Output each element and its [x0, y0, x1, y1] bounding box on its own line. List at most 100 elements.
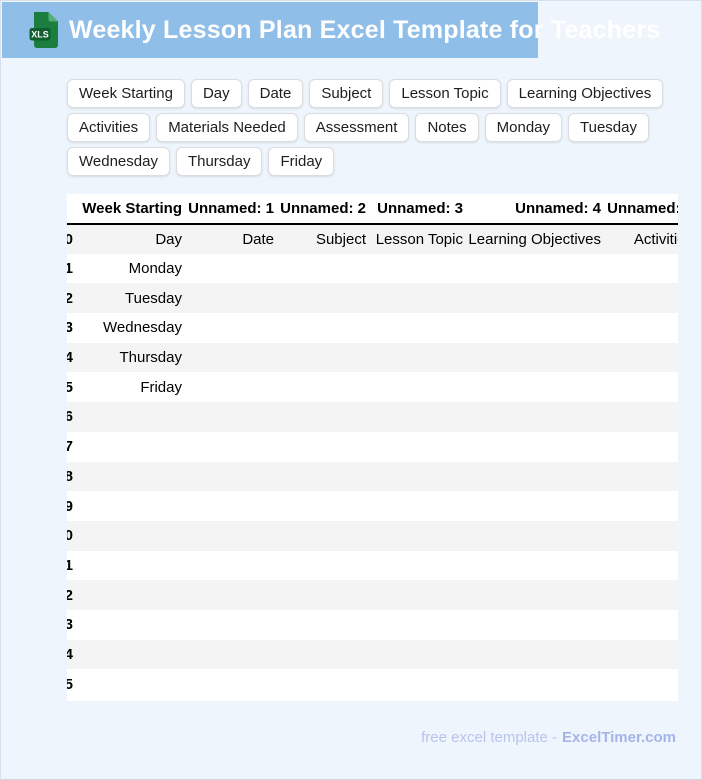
table-cell: [468, 580, 606, 610]
table-cell: [187, 254, 279, 284]
spreadsheet-preview: Week Starting Unnamed: 1 Unnamed: 2 Unnamed…: [67, 194, 678, 701]
table-cell: [468, 610, 606, 640]
column-chip[interactable]: Notes: [415, 113, 479, 142]
table-cell: Subject: [315, 230, 366, 248]
table-cell: Lesson Topic: [375, 230, 463, 248]
table-cell: [187, 313, 279, 343]
table-cell: [78, 432, 187, 462]
table-cell: Monday: [128, 260, 182, 278]
table-cell: [187, 610, 279, 640]
table-cell: [279, 402, 371, 432]
table-cell: [371, 402, 468, 432]
table-cell: [468, 254, 606, 284]
table-cell: [187, 491, 279, 521]
column-header-cell: Week Starting: [78, 194, 187, 225]
table-cell: [78, 640, 187, 670]
column-chip[interactable]: Thursday: [175, 147, 263, 176]
table-row: 2 Tuesday: [67, 283, 678, 314]
table-cell: [78, 491, 187, 521]
row-index-cell: 2: [67, 283, 78, 313]
table-cell: [606, 521, 678, 551]
table-cell: [279, 462, 371, 492]
row-index-cell: 14: [67, 640, 78, 670]
table-cell: [371, 669, 468, 699]
table-row: 9: [67, 491, 678, 521]
table-cell: [606, 610, 678, 640]
table-cell: [371, 254, 468, 284]
table-cell: [187, 372, 279, 402]
row-index-cell: 13: [67, 610, 78, 640]
table-cell: [606, 372, 678, 402]
row-index-cell: 1: [67, 254, 78, 284]
table-cell: [468, 432, 606, 462]
table-cell: [606, 402, 678, 432]
table-cell: [279, 640, 371, 670]
table-cell: [279, 254, 371, 284]
table-cell: [468, 343, 606, 373]
table-cell: [371, 640, 468, 670]
table-cell: [371, 343, 468, 373]
row-index-cell: 4: [67, 343, 78, 373]
column-chip[interactable]: Subject: [309, 79, 384, 108]
table-cell: [606, 551, 678, 581]
table-cell: Thursday: [119, 349, 182, 367]
table-cell: [468, 402, 606, 432]
column-chip[interactable]: Tuesday: [568, 113, 649, 142]
column-chip[interactable]: Wednesday: [67, 147, 170, 176]
row-index-cell: 5: [67, 372, 78, 402]
table-cell: [606, 491, 678, 521]
table-cell: Activities: [633, 230, 678, 248]
table-cell: [78, 669, 187, 699]
table-cell: [606, 580, 678, 610]
table-cell: [606, 313, 678, 343]
table-cell: [279, 491, 371, 521]
column-chip[interactable]: Lesson Topic: [389, 79, 501, 108]
table-cell: [78, 402, 187, 432]
table-row: 3 Wednesday: [67, 313, 678, 343]
table-cell: [187, 462, 279, 492]
table-cell: [371, 313, 468, 343]
column-chip[interactable]: Materials Needed: [156, 113, 298, 142]
table-cell: [279, 580, 371, 610]
column-chip[interactable]: Monday: [484, 113, 563, 142]
column-chip[interactable]: Date: [247, 79, 304, 108]
lesson-plan-table: Week Starting Unnamed: 1 Unnamed: 2 Unnamed…: [67, 194, 678, 699]
table-row: 4 Thursday: [67, 342, 678, 373]
table-cell: [279, 551, 371, 581]
table-cell: Date: [242, 230, 274, 248]
page: XLS Weekly Lesson Plan Excel Template fo…: [0, 0, 702, 780]
table-cell: [78, 580, 187, 610]
footer: free excel template - ExcelTimer.com: [421, 729, 676, 746]
table-row: 15: [67, 669, 678, 699]
table-row: 11: [67, 550, 678, 581]
table-cell: [371, 551, 468, 581]
table-row: 13: [67, 609, 678, 640]
column-chip[interactable]: Assessment: [303, 113, 410, 142]
table-cell: Wednesday: [103, 319, 182, 337]
column-chip[interactable]: Friday: [268, 147, 335, 176]
table-row: 10: [67, 520, 678, 551]
table-cell: [279, 610, 371, 640]
column-chip[interactable]: Day: [190, 79, 242, 108]
table-cell: [187, 343, 279, 373]
table-cell: [78, 551, 187, 581]
table-cell: [606, 254, 678, 284]
row-index-cell: 3: [67, 313, 78, 343]
table-cell: [468, 462, 606, 492]
table-header-row: Week Starting Unnamed: 1 Unnamed: 2 Unnamed…: [67, 194, 678, 225]
table-cell: [279, 432, 371, 462]
footer-brand-link[interactable]: ExcelTimer.com: [562, 729, 676, 746]
table-cell: [606, 462, 678, 492]
row-index-cell: 0: [67, 224, 78, 254]
table-cell: [468, 491, 606, 521]
row-index-cell: 15: [67, 669, 78, 699]
column-chip[interactable]: Week Starting: [67, 79, 185, 108]
table-cell: Friday: [140, 378, 182, 396]
column-chip[interactable]: Activities: [67, 113, 151, 142]
table-cell: [187, 402, 279, 432]
table-cell: [187, 640, 279, 670]
table-cell: Learning Objectives: [468, 230, 601, 248]
table-cell: [279, 313, 371, 343]
column-chip[interactable]: Learning Objectives: [506, 79, 664, 108]
table-cell: [371, 610, 468, 640]
